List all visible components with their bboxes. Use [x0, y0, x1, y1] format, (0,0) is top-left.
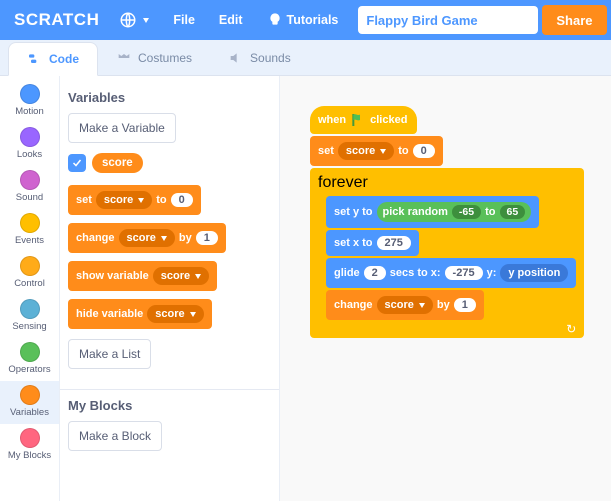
- tab-costumes[interactable]: Costumes: [98, 41, 210, 75]
- make-list-button[interactable]: Make a List: [68, 339, 151, 369]
- input-oval[interactable]: -275: [445, 266, 483, 280]
- input-oval[interactable]: 0: [171, 193, 193, 207]
- category-label: Motion: [15, 106, 44, 117]
- tab-costumes-label: Costumes: [138, 51, 192, 65]
- edit-menu[interactable]: Edit: [209, 0, 253, 40]
- tab-code-label: Code: [49, 52, 79, 66]
- input-oval[interactable]: 65: [500, 205, 526, 219]
- category-label: Sound: [16, 192, 43, 203]
- scratch-logo[interactable]: SCRATCH: [8, 10, 105, 30]
- category-dot: [20, 385, 40, 405]
- share-button[interactable]: Share: [542, 5, 606, 35]
- block-when-flag-clicked[interactable]: when clicked: [310, 106, 417, 134]
- tab-sounds-label: Sounds: [250, 51, 291, 65]
- block-change-score[interactable]: change score by 1: [68, 223, 226, 253]
- category-label: Events: [15, 235, 44, 246]
- category-variables[interactable]: Variables: [0, 381, 59, 424]
- make-block-button[interactable]: Make a Block: [68, 421, 162, 451]
- chevron-down-icon: [143, 18, 149, 23]
- tab-sounds[interactable]: Sounds: [210, 41, 309, 75]
- category-label: Variables: [10, 407, 49, 418]
- loop-arrow-icon: ↻: [566, 322, 576, 336]
- make-variable-button[interactable]: Make a Variable: [68, 113, 176, 143]
- category-sound[interactable]: Sound: [0, 166, 59, 209]
- block-show-variable[interactable]: show variable score: [68, 261, 217, 291]
- category-dot: [20, 256, 40, 276]
- category-label: Looks: [17, 149, 42, 160]
- input-oval[interactable]: 0: [413, 144, 435, 158]
- check-icon: [71, 157, 83, 169]
- var-dropdown[interactable]: score: [338, 142, 394, 160]
- variable-checkbox[interactable]: [68, 154, 86, 172]
- myblocks-heading: My Blocks: [68, 398, 271, 413]
- code-icon: [27, 51, 43, 67]
- category-label: Operators: [8, 364, 50, 375]
- input-oval[interactable]: 275: [377, 236, 411, 250]
- file-menu[interactable]: File: [163, 0, 205, 40]
- block-forever[interactable]: forever set y to pick random -65 to 65 s…: [310, 168, 584, 338]
- category-dot: [20, 299, 40, 319]
- block-hide-variable[interactable]: hide variable score: [68, 299, 212, 329]
- category-control[interactable]: Control: [0, 252, 59, 295]
- green-flag-icon: [350, 112, 366, 128]
- category-motion[interactable]: Motion: [0, 80, 59, 123]
- project-name-input[interactable]: [358, 6, 538, 34]
- category-sensing[interactable]: Sensing: [0, 295, 59, 338]
- var-dropdown[interactable]: score: [119, 229, 175, 247]
- variable-score-reporter[interactable]: score: [92, 153, 143, 173]
- input-oval[interactable]: 2: [364, 266, 386, 280]
- category-dot: [20, 213, 40, 233]
- category-dot: [20, 170, 40, 190]
- category-dot: [20, 127, 40, 147]
- project-name-wrap: [358, 6, 538, 34]
- main-area: Motion Looks Sound Events Control Sensing Oper…: [0, 76, 611, 501]
- block-change-score[interactable]: change score by 1: [326, 290, 484, 320]
- category-my-blocks[interactable]: My Blocks: [0, 424, 59, 467]
- variables-heading: Variables: [68, 90, 271, 105]
- block-palette: Variables Make a Variable score set scor…: [60, 76, 280, 501]
- block-pick-random[interactable]: pick random -65 to 65: [377, 202, 532, 222]
- tab-code[interactable]: Code: [8, 42, 98, 76]
- category-operators[interactable]: Operators: [0, 338, 59, 381]
- category-label: Control: [14, 278, 45, 289]
- block-set-score[interactable]: set score to 0: [310, 136, 443, 166]
- category-label: My Blocks: [8, 450, 51, 461]
- category-column: Motion Looks Sound Events Control Sensing Oper…: [0, 76, 60, 501]
- block-glide[interactable]: glide 2 secs to x: -275 y: y position: [326, 258, 576, 288]
- editor-tabs: Code Costumes Sounds: [0, 40, 611, 76]
- lightbulb-icon: [267, 12, 283, 28]
- var-dropdown[interactable]: score: [153, 267, 209, 285]
- language-menu[interactable]: [109, 0, 159, 40]
- script-stack[interactable]: when clicked set score to 0 forever set …: [310, 106, 611, 338]
- input-oval[interactable]: 1: [196, 231, 218, 245]
- category-dot: [20, 428, 40, 448]
- var-dropdown[interactable]: score: [377, 296, 433, 314]
- globe-icon: [119, 11, 137, 29]
- variable-row: score: [68, 153, 271, 173]
- menu-bar: SCRATCH File Edit Tutorials Share: [0, 0, 611, 40]
- tutorials-label: Tutorials: [287, 13, 339, 27]
- divider: [60, 389, 279, 390]
- input-oval[interactable]: 1: [454, 298, 476, 312]
- var-dropdown[interactable]: score: [147, 305, 203, 323]
- category-dot: [20, 342, 40, 362]
- category-dot: [20, 84, 40, 104]
- reporter-y-position[interactable]: y position: [500, 264, 568, 282]
- category-label: Sensing: [12, 321, 46, 332]
- input-oval[interactable]: -65: [452, 205, 481, 219]
- block-set-y[interactable]: set y to pick random -65 to 65: [326, 196, 539, 228]
- category-events[interactable]: Events: [0, 209, 59, 252]
- var-dropdown[interactable]: score: [96, 191, 152, 209]
- costumes-icon: [116, 50, 132, 66]
- category-looks[interactable]: Looks: [0, 123, 59, 166]
- block-set-score[interactable]: set score to 0: [68, 185, 201, 215]
- script-workspace[interactable]: when clicked set score to 0 forever set …: [280, 76, 611, 501]
- tutorials-button[interactable]: Tutorials: [257, 0, 349, 40]
- sounds-icon: [228, 50, 244, 66]
- block-set-x[interactable]: set x to 275: [326, 230, 419, 256]
